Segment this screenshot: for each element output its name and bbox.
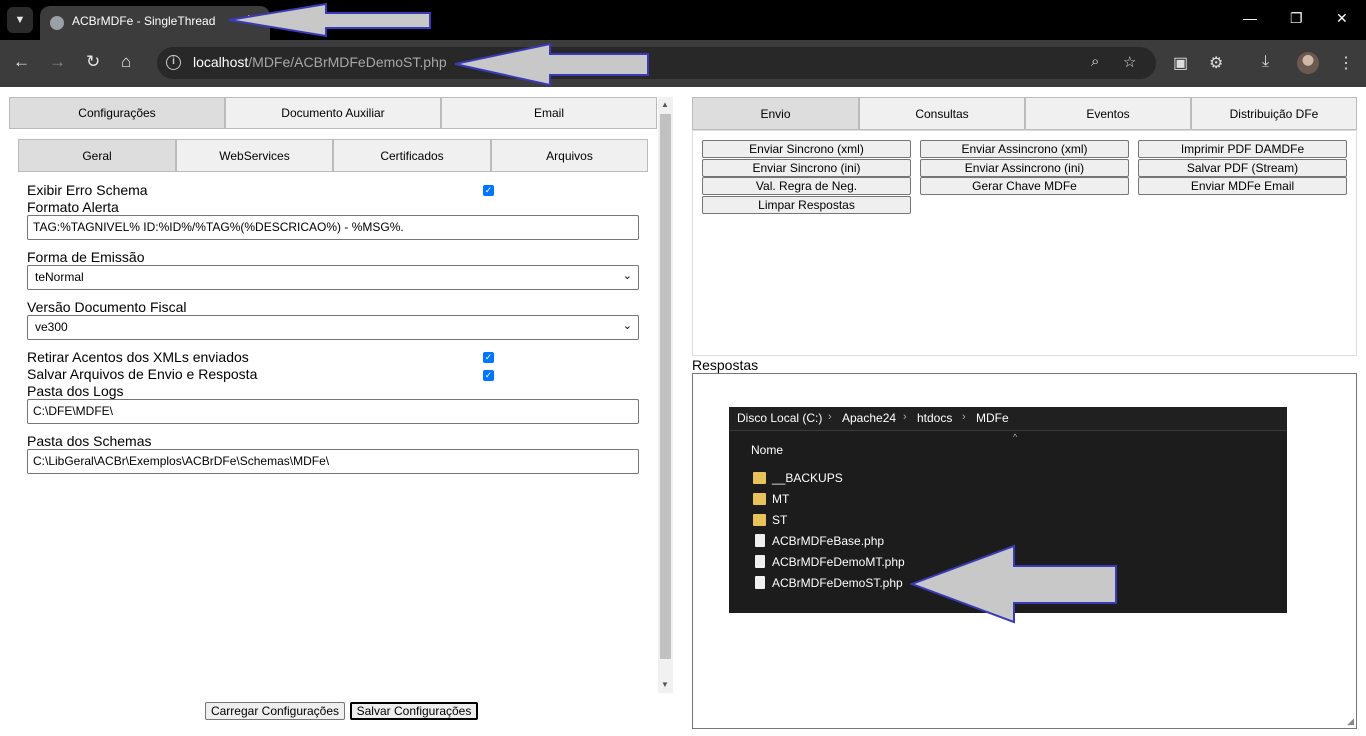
retirar-acentos-checkbox[interactable]: ✓ <box>483 352 494 363</box>
tab-consultas[interactable]: Consultas <box>859 97 1025 130</box>
sort-indicator: ^ <box>1013 432 1018 442</box>
salvar-arquivos-label: Salvar Arquivos de Envio e Resposta <box>27 366 258 382</box>
resize-grip-icon[interactable]: ◢ <box>1347 716 1354 727</box>
explorer-breadcrumb: Disco Local (C:) › Apache24 › htdocs › M… <box>729 407 1287 431</box>
tab-email[interactable]: Email <box>441 97 657 129</box>
folder-icon <box>753 493 766 505</box>
val-regra-neg-button[interactable]: Val. Regra de Neg. <box>702 177 911 195</box>
file-name: __BACKUPS <box>772 471 843 485</box>
tab-distribuicao-dfe[interactable]: Distribuição DFe <box>1191 97 1357 130</box>
crumb-mdfe: MDFe <box>976 411 1009 425</box>
tab-eventos[interactable]: Eventos <box>1025 97 1191 130</box>
tab-webservices[interactable]: WebServices <box>176 139 333 172</box>
tab-certificados[interactable]: Certificados <box>333 139 491 172</box>
salvar-configuracoes-button[interactable]: Salvar Configurações <box>350 702 478 720</box>
respostas-label: Respostas <box>692 357 759 373</box>
forma-emissao-select[interactable]: teNormal ⌄ <box>27 265 639 290</box>
folder-icon <box>753 472 766 484</box>
enviar-sincrono-ini-button[interactable]: Enviar Sincrono (ini) <box>702 159 911 177</box>
crumb-separator: › <box>828 411 832 423</box>
versao-documento-label: Versão Documento Fiscal <box>27 299 187 315</box>
right-tabs: Envio Consultas Eventos Distribuição DFe <box>692 97 1357 130</box>
explorer-screenshot: Disco Local (C:) › Apache24 › htdocs › M… <box>729 407 1287 613</box>
column-header-nome: Nome <box>751 443 784 457</box>
annotation-arrow-tab <box>228 2 431 38</box>
crumb-disco-local: Disco Local (C:) <box>737 411 823 425</box>
pasta-logs-label: Pasta dos Logs <box>27 383 124 399</box>
left-scrollbar[interactable]: ▲ ▼ <box>658 97 673 693</box>
forma-emissao-value: teNormal <box>35 270 84 284</box>
gerar-chave-mdfe-button[interactable]: Gerar Chave MDFe <box>920 177 1129 195</box>
main-tabs: Configurações Documento Auxiliar Email <box>9 97 657 129</box>
folder-icon <box>753 514 766 526</box>
tab-envio[interactable]: Envio <box>692 97 859 130</box>
formato-alerta-input[interactable]: TAG:%TAGNIVEL% ID:%ID%/%TAG%(%DESCRICAO%… <box>27 215 639 240</box>
crumb-htdocs: htdocs <box>917 411 953 425</box>
file-name: ST <box>772 513 788 527</box>
file-name: ACBrMDFeDemoMT.php <box>772 555 905 569</box>
versao-documento-select[interactable]: ve300 ⌄ <box>27 315 639 340</box>
file-icon <box>755 534 765 547</box>
file-icon <box>755 555 765 568</box>
crumb-apache24: Apache24 <box>842 411 897 425</box>
retirar-acentos-label: Retirar Acentos dos XMLs enviados <box>27 349 249 365</box>
tab-geral[interactable]: Geral <box>18 139 176 172</box>
versao-documento-value: ve300 <box>35 320 68 334</box>
forma-emissao-label: Forma de Emissão <box>27 249 145 265</box>
tab-configuracoes[interactable]: Configurações <box>9 97 225 129</box>
scroll-up-icon[interactable]: ▲ <box>661 100 669 109</box>
salvar-pdf-stream-button[interactable]: Salvar PDF (Stream) <box>1138 159 1347 177</box>
file-name: ACBrMDFeDemoST.php <box>772 576 903 590</box>
scroll-down-icon[interactable]: ▼ <box>661 680 669 689</box>
file-icon <box>755 576 765 589</box>
crumb-separator: › <box>903 411 907 423</box>
annotation-arrow-url <box>454 42 649 87</box>
exibir-erro-schema-label: Exibir Erro Schema <box>27 182 148 198</box>
limpar-respostas-button[interactable]: Limpar Respostas <box>702 196 911 214</box>
enviar-assincrono-ini-button[interactable]: Enviar Assincrono (ini) <box>920 159 1129 177</box>
exibir-erro-schema-checkbox[interactable]: ✓ <box>483 185 494 196</box>
chevron-down-icon: ⌄ <box>622 270 632 282</box>
enviar-sincrono-xml-button[interactable]: Enviar Sincrono (xml) <box>702 140 911 158</box>
imprimir-pdf-damdfe-button[interactable]: Imprimir PDF DAMDFe <box>1138 140 1347 158</box>
file-name: ACBrMDFeBase.php <box>772 534 885 548</box>
tab-arquivos[interactable]: Arquivos <box>491 139 648 172</box>
chevron-down-icon: ⌄ <box>622 320 632 332</box>
enviar-mdfe-email-button[interactable]: Enviar MDFe Email <box>1138 177 1347 195</box>
file-name: MT <box>772 492 790 506</box>
tab-documento-auxiliar[interactable]: Documento Auxiliar <box>225 97 441 129</box>
pasta-logs-input[interactable]: C:\DFE\MDFE\ <box>27 399 639 424</box>
formato-alerta-label: Formato Alerta <box>27 199 119 215</box>
sub-tabs: Geral WebServices Certificados Arquivos <box>18 139 648 172</box>
scroll-thumb[interactable] <box>660 114 671 659</box>
enviar-assincrono-xml-button[interactable]: Enviar Assincrono (xml) <box>920 140 1129 158</box>
crumb-separator: › <box>962 411 966 423</box>
carregar-configuracoes-button[interactable]: Carregar Configurações <box>205 702 345 720</box>
salvar-arquivos-checkbox[interactable]: ✓ <box>483 370 494 381</box>
pasta-schemas-input[interactable]: C:\LibGeral\ACBr\Exemplos\ACBrDFe\Schema… <box>27 449 639 474</box>
pasta-schemas-label: Pasta dos Schemas <box>27 433 152 449</box>
